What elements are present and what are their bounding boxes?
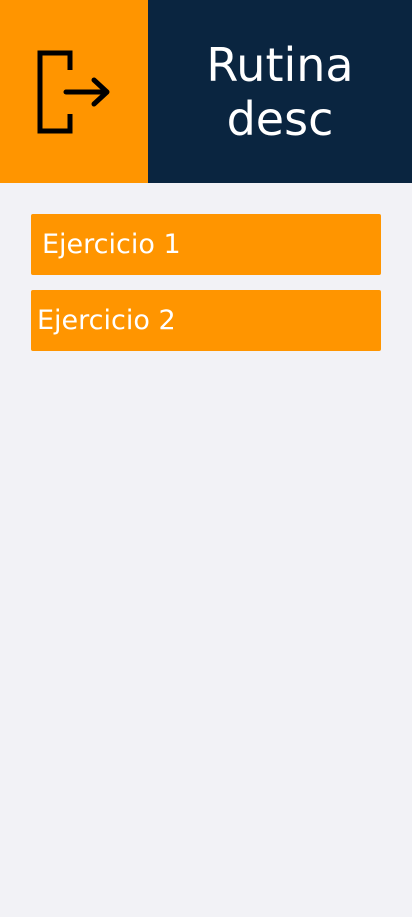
exercise-list: Ejercicio 1 Ejercicio 2 <box>31 214 381 366</box>
app-header: Rutina desc <box>0 0 412 183</box>
page-title: Rutina desc <box>206 37 354 146</box>
title-panel: Rutina desc <box>148 0 412 183</box>
exercise-label: Ejercicio 1 <box>42 229 181 260</box>
exercise-item-2[interactable]: Ejercicio 2 <box>31 290 381 351</box>
logout-icon <box>36 48 112 136</box>
exit-button[interactable] <box>0 0 148 183</box>
exercise-label: Ejercicio 2 <box>37 305 176 336</box>
exercise-item-1[interactable]: Ejercicio 1 <box>31 214 381 275</box>
